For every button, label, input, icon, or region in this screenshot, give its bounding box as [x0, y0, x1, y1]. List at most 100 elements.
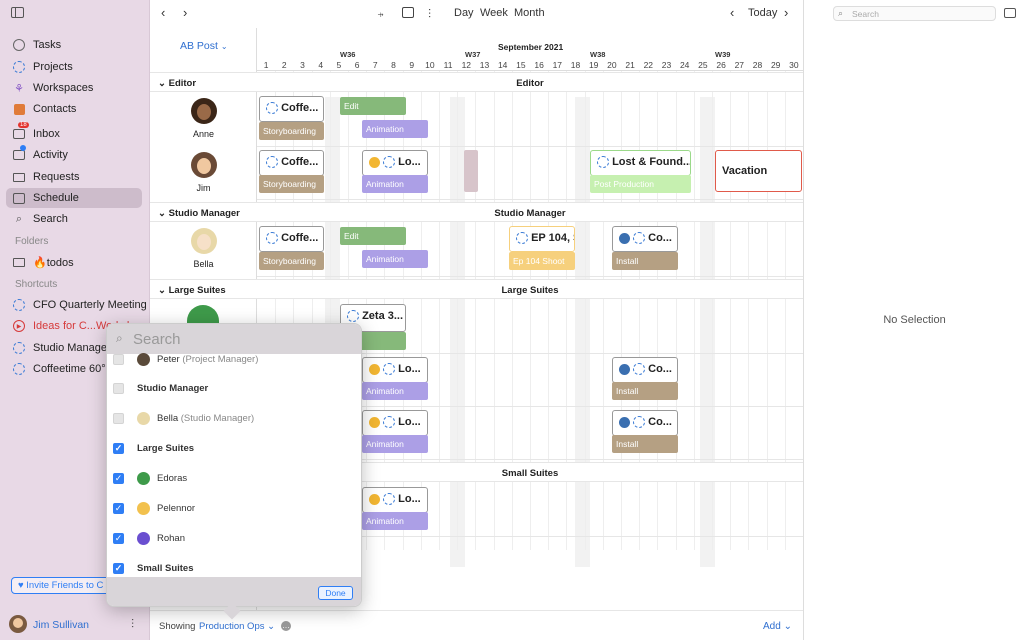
- sidebar-item-requests[interactable]: Requests: [12, 168, 79, 186]
- section-chevron-icon: ⌄ Studio Manager: [158, 208, 240, 219]
- inspector-toggle-icon[interactable]: [1004, 8, 1016, 18]
- blocked-time[interactable]: [464, 150, 478, 192]
- forward-icon[interactable]: ›: [183, 5, 187, 20]
- view-month[interactable]: Month: [514, 7, 545, 19]
- checkbox[interactable]: ✓: [113, 562, 124, 574]
- calendar-icon[interactable]: [402, 7, 414, 21]
- day-number: 9: [409, 60, 415, 70]
- inspector-search-input[interactable]: ⌕ Search: [833, 6, 996, 21]
- task-card[interactable]: Lo...: [362, 357, 428, 383]
- checkbox[interactable]: ✓: [113, 502, 124, 514]
- filter-row-rohan[interactable]: ✓ Rohan: [107, 527, 361, 549]
- filter-selector[interactable]: Production Ops ⌄: [199, 621, 275, 632]
- toggle-sidebar-icon[interactable]: [11, 7, 24, 18]
- search-icon: ⌕: [15, 212, 23, 225]
- task-card[interactable]: Coffe...: [259, 150, 324, 176]
- progress-icon: [516, 232, 528, 245]
- avatar: [137, 411, 150, 425]
- task-card[interactable]: Lo...: [362, 487, 428, 513]
- task-card[interactable]: Coffe...: [259, 226, 324, 252]
- search-icon: ⌕: [838, 8, 844, 18]
- tag-edit[interactable]: Edit: [340, 97, 406, 115]
- vacation-card[interactable]: Vacation: [715, 150, 802, 192]
- add-button[interactable]: Add ⌄: [763, 621, 792, 632]
- tag-ep104-shoot[interactable]: Ep 104 Shoot: [509, 252, 575, 270]
- filter-row-large-suites[interactable]: ✓ Large Suites: [107, 437, 361, 459]
- checkbox[interactable]: [113, 382, 124, 394]
- sidebar-item-inbox[interactable]: 18 Inbox: [12, 122, 60, 143]
- person-anne[interactable]: Anne: [150, 98, 257, 139]
- filter-row-bella[interactable]: Bella (Studio Manager): [107, 407, 361, 429]
- tag-animation[interactable]: Animation: [362, 120, 428, 138]
- checkbox[interactable]: ✓: [113, 472, 124, 484]
- filter-row-pelennor[interactable]: ✓ Pelennor: [107, 497, 361, 519]
- task-card[interactable]: Co...: [612, 357, 678, 383]
- section-chevron-icon: ⌄ Editor: [158, 78, 197, 89]
- tag-install[interactable]: Install: [612, 382, 678, 400]
- tag-animation[interactable]: Animation: [362, 175, 428, 193]
- view-week[interactable]: Week: [480, 7, 508, 19]
- progress-icon: [383, 363, 396, 376]
- filter-row-edoras[interactable]: ✓ Edoras: [107, 467, 361, 489]
- assign-icon[interactable]: ⍆: [377, 7, 384, 22]
- filter-row-small-suites[interactable]: ✓ Small Suites: [107, 557, 361, 579]
- folder-item-todos[interactable]: 🔥todos: [12, 253, 74, 271]
- task-card[interactable]: Lo...: [362, 410, 428, 436]
- tag-install[interactable]: Install: [612, 252, 678, 270]
- prev-icon[interactable]: ‹: [730, 5, 734, 20]
- checkbox[interactable]: ✓: [113, 442, 124, 454]
- filter-sliders-icon[interactable]: ⫶: [428, 7, 431, 22]
- sidebar-item-projects[interactable]: Projects: [12, 58, 73, 76]
- more-icon[interactable]: …: [281, 621, 291, 631]
- sidebar-item-contacts[interactable]: Contacts: [12, 100, 76, 118]
- filter-row-studio-manager[interactable]: Studio Manager: [107, 377, 361, 399]
- task-card[interactable]: Co...: [612, 410, 678, 436]
- sidebar-item-activity[interactable]: Activity: [12, 145, 68, 164]
- sidebar-item-schedule[interactable]: Schedule: [12, 189, 79, 207]
- tag-storyboarding[interactable]: Storyboarding: [259, 122, 324, 140]
- checkbox[interactable]: ✓: [113, 532, 124, 544]
- done-button[interactable]: Done: [318, 586, 353, 600]
- project-selector[interactable]: AB Post ⌄: [180, 40, 228, 52]
- today-button[interactable]: Today: [748, 7, 777, 19]
- settings-sliders-icon[interactable]: ⫶: [131, 617, 134, 632]
- tag-animation[interactable]: Animation: [362, 512, 428, 530]
- section-editor[interactable]: ⌄ Editor Editor: [150, 72, 803, 92]
- user-avatar[interactable]: [9, 615, 27, 633]
- filter-row-peter[interactable]: Peter (Project Manager): [107, 348, 361, 370]
- tag-edit[interactable]: Edit: [340, 227, 406, 245]
- sidebar-item-workspaces[interactable]: ⚘ Workspaces: [12, 79, 93, 97]
- checkbox[interactable]: [113, 353, 124, 365]
- day-number: 18: [570, 60, 581, 70]
- view-day[interactable]: Day: [454, 7, 474, 19]
- person-jim[interactable]: Jim: [150, 152, 257, 193]
- user-name[interactable]: Jim Sullivan: [33, 619, 89, 631]
- workspaces-icon: ⚘: [14, 82, 24, 95]
- sidebar-item-search[interactable]: ⌕ Search: [12, 210, 68, 228]
- tag-storyboarding[interactable]: Storyboarding: [259, 252, 324, 270]
- task-card[interactable]: Lost & Found...: [590, 150, 691, 176]
- tag-animation[interactable]: Animation: [362, 435, 428, 453]
- lane-anne: [257, 94, 803, 147]
- contacts-icon: [12, 102, 26, 116]
- person-bella[interactable]: Bella: [150, 228, 257, 269]
- task-card[interactable]: Coffe...: [259, 96, 324, 122]
- checkbox[interactable]: [113, 412, 124, 424]
- tag-post-production[interactable]: Post Production: [590, 175, 691, 193]
- next-icon[interactable]: ›: [784, 5, 788, 20]
- shortcut-cfo-meeting[interactable]: CFO Quarterly Meeting: [12, 296, 147, 314]
- sidebar-item-tasks[interactable]: Tasks: [12, 36, 61, 54]
- tag-animation[interactable]: Animation: [362, 250, 428, 268]
- section-studio-manager[interactable]: ⌄ Studio Manager Studio Manager: [150, 202, 803, 222]
- task-card[interactable]: Co...: [612, 226, 678, 252]
- tag-storyboarding[interactable]: Storyboarding: [259, 175, 324, 193]
- section-large-suites[interactable]: ⌄ Large Suites Large Suites: [150, 279, 803, 299]
- project-icon: [12, 341, 26, 355]
- day-number: 30: [789, 60, 799, 70]
- task-card[interactable]: EP 104, S: [509, 226, 575, 252]
- back-icon[interactable]: ‹: [161, 5, 165, 20]
- tag-install[interactable]: Install: [612, 435, 678, 453]
- tag-animation[interactable]: Animation: [362, 382, 428, 400]
- day-number: 19: [588, 60, 599, 70]
- task-card[interactable]: Lo...: [362, 150, 428, 176]
